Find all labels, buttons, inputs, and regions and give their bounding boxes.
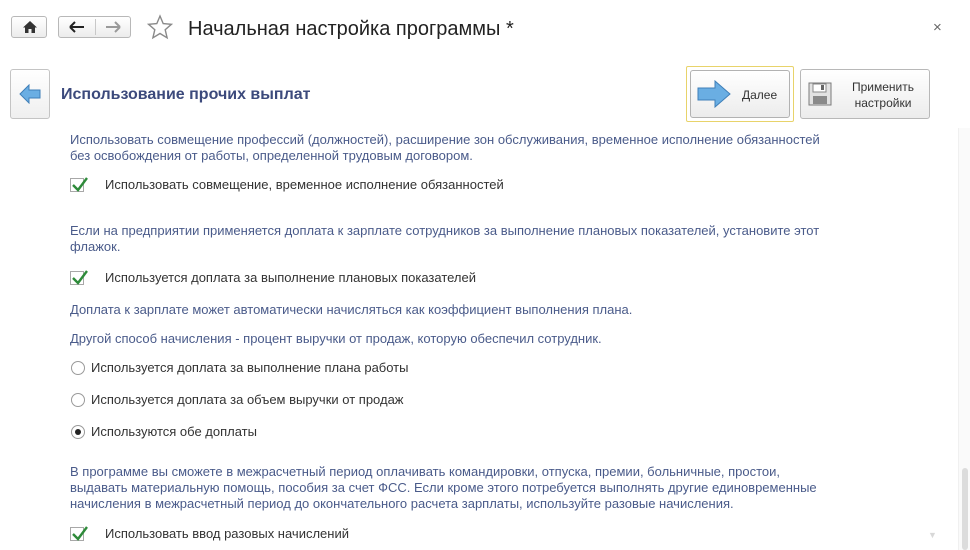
apply-settings-label: Применить настройки (851, 80, 914, 110)
step-back-button[interactable] (10, 69, 50, 119)
home-icon (22, 19, 38, 38)
blue-arrow-right-icon (697, 79, 731, 111)
arrow-right-icon[interactable] (104, 20, 122, 37)
vertical-scrollbar[interactable] (958, 128, 970, 550)
plan-checkbox[interactable] (70, 270, 88, 285)
next-button-focus-frame: Далее (686, 66, 794, 122)
floppy-disk-icon (808, 82, 832, 109)
page-title: Использование прочих выплат (61, 86, 311, 103)
radio-button[interactable] (71, 361, 85, 375)
apply-settings-button[interactable]: Применить настройки (800, 69, 930, 119)
plan-checkbox-label: Используется доплата за выполнение плано… (105, 270, 477, 285)
checkmark-icon (72, 270, 88, 285)
star-icon[interactable] (146, 14, 174, 43)
navigation-group (58, 16, 131, 38)
other-method-description: Другой способ начисления - процент выруч… (70, 331, 602, 346)
arrow-left-icon[interactable] (68, 20, 86, 37)
auto-accrual-description: Доплата к зарплате может автоматически н… (70, 302, 633, 317)
scroll-down-icon[interactable]: ▼ (928, 530, 937, 540)
radio-label: Используются обе доплаты (91, 424, 257, 439)
onetime-checkbox-label: Использовать ввод разовых начислений (105, 526, 349, 541)
radio-label: Используется доплата за выполнение плана… (91, 360, 409, 375)
radio-button[interactable] (71, 393, 85, 407)
onetime-checkbox[interactable] (70, 526, 88, 541)
plan-description: Если на предприятии применяется доплата … (70, 223, 820, 254)
home-button[interactable] (11, 16, 47, 38)
radio-button-selected[interactable] (71, 425, 85, 439)
combination-checkbox-label: Использовать совмещение, временное испол… (105, 177, 504, 192)
next-button[interactable]: Далее (690, 70, 790, 118)
window-title: Начальная настройка программы * (188, 18, 514, 40)
blue-arrow-left-icon (19, 83, 41, 107)
radio-label: Используется доплата за объем выручки от… (91, 392, 404, 407)
combination-checkbox[interactable] (70, 177, 88, 192)
checkmark-icon (72, 526, 88, 541)
checkmark-icon (72, 177, 88, 192)
combination-description: Использовать совмещение профессий (должн… (70, 132, 820, 163)
scrollbar-thumb[interactable] (962, 468, 968, 550)
next-button-label: Далее (742, 88, 778, 102)
onetime-description: В программе вы сможете в межрасчетный пе… (70, 464, 817, 511)
close-icon[interactable]: × (933, 20, 942, 35)
